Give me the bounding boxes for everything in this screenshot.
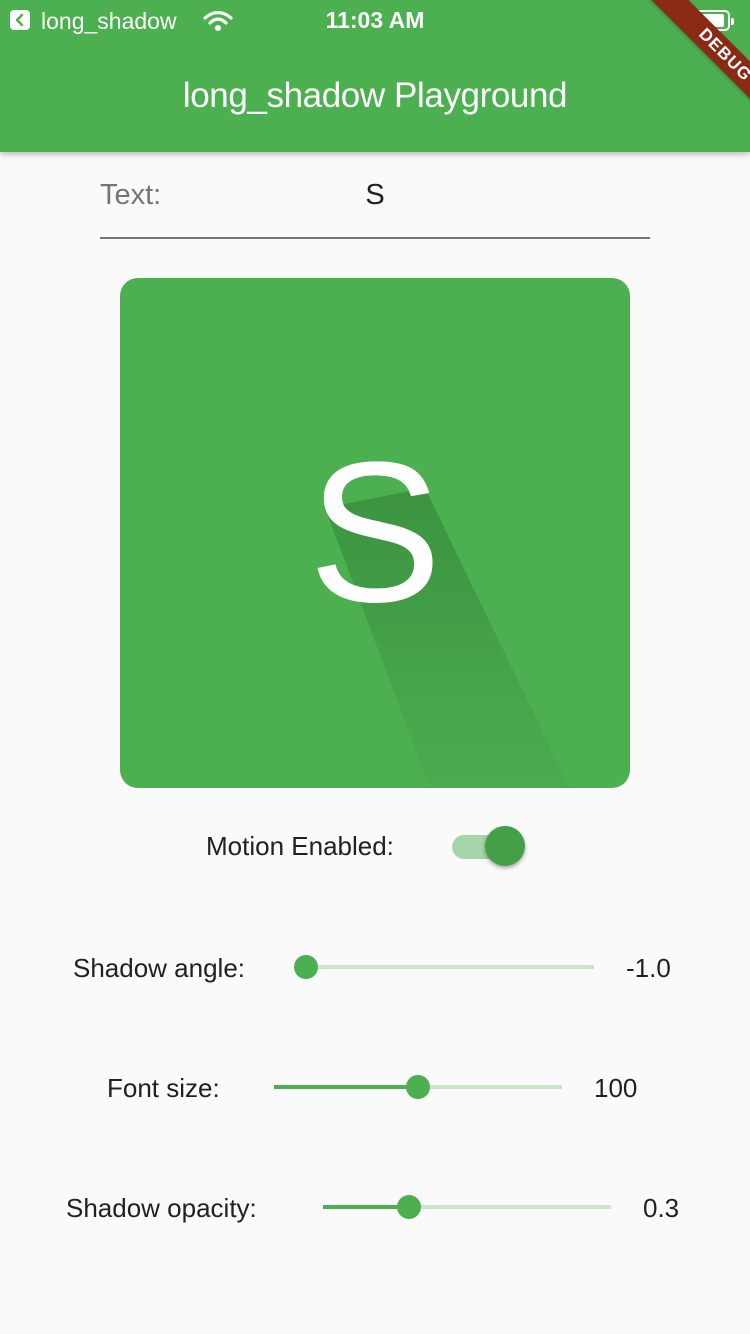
motion-label: Motion Enabled: <box>206 831 394 861</box>
shadow-preview-card: S <box>120 278 630 788</box>
shadow-angle-row: Shadow angle: -1.0 <box>0 945 750 991</box>
shadow-angle-slider-thumb[interactable] <box>294 955 318 979</box>
motion-toggle-thumb[interactable] <box>485 826 525 866</box>
text-field-value[interactable]: S <box>100 179 650 212</box>
motion-row: Motion Enabled: <box>0 825 750 871</box>
font-size-slider[interactable] <box>274 1075 562 1099</box>
motion-toggle[interactable] <box>452 826 525 866</box>
status-bar: long_shadow 11:03 AM <box>0 0 750 40</box>
shadow-opacity-slider[interactable] <box>323 1195 611 1219</box>
shadow-opacity-label: Shadow opacity: <box>66 1193 257 1223</box>
font-size-slider-thumb[interactable] <box>406 1075 430 1099</box>
font-size-value: 100 <box>594 1073 638 1103</box>
shadow-angle-value: -1.0 <box>626 953 671 983</box>
font-size-label: Font size: <box>107 1073 220 1103</box>
status-time: 11:03 AM <box>325 7 425 33</box>
preview-letter: S <box>308 421 442 644</box>
text-input-field[interactable]: Text: S <box>100 165 650 239</box>
text-field-underline <box>100 237 650 239</box>
app-bar: long_shadow 11:03 AM long_shadow Playgro… <box>0 0 750 152</box>
shadow-opacity-value: 0.3 <box>643 1193 680 1223</box>
shadow-angle-label: Shadow angle: <box>73 953 246 983</box>
shadow-opacity-slider-thumb[interactable] <box>397 1195 422 1219</box>
shadow-opacity-row: Shadow opacity: 0.3 <box>0 1185 750 1231</box>
shadow-angle-slider[interactable] <box>294 955 594 979</box>
page-title: long_shadow Playground <box>182 76 568 115</box>
font-size-row: Font size: 100 <box>0 1065 750 1111</box>
